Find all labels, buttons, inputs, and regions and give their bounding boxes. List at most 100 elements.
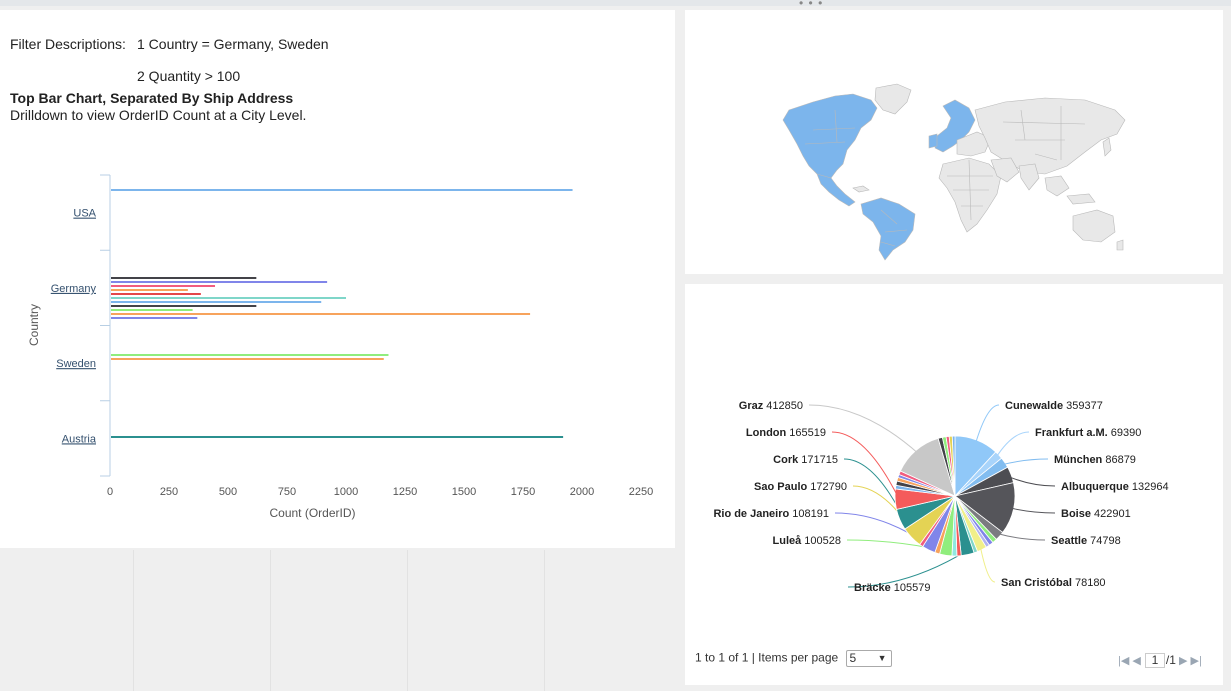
pie-label-name: Luleå — [773, 535, 803, 547]
pie-label-value: 108191 — [789, 508, 829, 520]
pie-label-value: 86879 — [1102, 454, 1136, 466]
pie-label-name: Boise — [1061, 508, 1091, 520]
top-strip — [0, 0, 1231, 6]
pie-label-name: London — [746, 427, 787, 439]
map-region-greenland[interactable] — [874, 83, 912, 115]
page-total: /1 — [1165, 653, 1176, 667]
map-region-central-america[interactable] — [816, 173, 856, 207]
first-page-icon[interactable]: |◀ — [1118, 655, 1129, 667]
y-axis-title: Country — [27, 304, 41, 346]
pie-label-value: 100528 — [801, 535, 841, 547]
pie-label-value: 172790 — [807, 481, 847, 493]
x-tick-label: 0 — [107, 486, 113, 498]
pie-label-name: Sao Paulo — [754, 481, 807, 493]
bar-germany[interactable] — [111, 305, 257, 307]
pie-label: Cork 171715 — [773, 454, 838, 466]
bar-germany[interactable] — [111, 277, 257, 279]
drag-handle-icon[interactable]: • • • — [799, 0, 823, 9]
pie-label: Cunewalde 359377 — [1005, 400, 1103, 412]
items-per-page-select[interactable]: 5 ▼ — [845, 650, 892, 667]
pie-connector — [995, 431, 1030, 458]
bar-germany[interactable] — [111, 289, 188, 291]
category-label-usa[interactable]: USA — [73, 208, 96, 220]
pie-label-value: 359377 — [1063, 400, 1103, 412]
pie-chart-panel: Cunewalde 359377 Frankfurt a.M. 69390 Münc… — [685, 284, 1223, 685]
pie-label: Bräcke 105579 — [854, 582, 930, 594]
x-tick-label: 1750 — [511, 486, 535, 498]
x-tick-label: 1500 — [452, 486, 476, 498]
bar-chart: USA Germany Sweden Austria 0 250 500 750 1000 125… — [27, 174, 653, 520]
pie-label: Sao Paulo 172790 — [754, 481, 847, 493]
bar-germany[interactable] — [111, 309, 193, 311]
x-tick-label: 1250 — [393, 486, 417, 498]
bar-germany[interactable] — [111, 301, 322, 303]
pie-label-value: 132964 — [1129, 481, 1169, 493]
pager-summary: 1 to 1 of 1 | Items per page 5 ▼ — [695, 650, 892, 667]
pie-connector — [843, 458, 904, 519]
pie-label: Seattle 74798 — [1051, 535, 1121, 547]
next-page-icon[interactable]: ▶ — [1179, 655, 1187, 667]
map-region-north-america[interactable] — [782, 93, 878, 181]
pie-label-name: Cork — [773, 454, 799, 466]
pager-navigation: |◀ ◀ 1/1 ▶ ▶| — [1118, 653, 1202, 668]
pie-label-value: 74798 — [1087, 535, 1121, 547]
bar-austria[interactable] — [111, 436, 564, 438]
pie-label: München 86879 — [1054, 454, 1136, 466]
last-page-icon[interactable]: ▶| — [1191, 655, 1202, 667]
x-tick-label: 2250 — [629, 486, 653, 498]
pie-label-value: 422901 — [1091, 508, 1131, 520]
pie-label-name: San Cristóbal — [1001, 577, 1072, 589]
pie-label: Boise 422901 — [1061, 508, 1131, 520]
pie-label-name: Rio de Janeiro — [713, 508, 789, 520]
pie-label: San Cristóbal 78180 — [1001, 577, 1106, 589]
category-label-sweden[interactable]: Sweden — [56, 358, 96, 370]
x-tick-label: 250 — [160, 486, 178, 498]
pie-label-name: Seattle — [1051, 535, 1087, 547]
page-input[interactable]: 1 — [1144, 653, 1165, 668]
x-tick-label: 2000 — [570, 486, 594, 498]
items-per-page-value: 5 — [849, 651, 857, 665]
pie-label-name: Cunewalde — [1005, 400, 1063, 412]
category-label-austria[interactable]: Austria — [62, 433, 97, 445]
pie-label-value: 69390 — [1108, 427, 1142, 439]
pie-label-name: München — [1054, 454, 1103, 466]
pie-label: Albuquerque 132964 — [1061, 481, 1169, 493]
bar-sweden[interactable] — [111, 358, 384, 360]
pie-chart: Cunewalde 359377 Frankfurt a.M. 69390 Münc… — [713, 400, 1169, 594]
map-region-australia[interactable] — [1072, 209, 1116, 243]
world-map[interactable] — [685, 10, 1223, 274]
pie-connector — [996, 532, 1046, 541]
map-region-south-america[interactable] — [860, 197, 916, 261]
pie-connector — [1007, 475, 1056, 487]
pie-label-value: 78180 — [1072, 577, 1106, 589]
pie-connector — [974, 404, 1000, 445]
pie-label-value: 105579 — [891, 582, 931, 594]
bar-germany[interactable] — [111, 313, 531, 315]
pie-label: Graz 412850 — [739, 400, 803, 412]
pie-label: London 165519 — [746, 427, 826, 439]
pie-label-value: 412850 — [763, 400, 803, 412]
prev-page-icon[interactable]: ◀ — [1132, 655, 1140, 667]
bar-usa[interactable] — [111, 189, 573, 191]
x-tick-label: 1000 — [334, 486, 358, 498]
x-axis-title: Count (OrderID) — [269, 506, 355, 520]
bar-germany[interactable] — [111, 297, 346, 299]
pie-label: Rio de Janeiro 108191 — [713, 508, 829, 520]
pie-label-value: 171715 — [798, 454, 838, 466]
pie-label: Frankfurt a.M. 69390 — [1035, 427, 1141, 439]
bar-germany[interactable] — [111, 281, 328, 283]
bar-chart-panel: Filter Descriptions: 1 Country = Germany… — [0, 10, 675, 548]
bar-germany[interactable] — [111, 285, 216, 287]
pie-label: Luleå 100528 — [773, 535, 842, 547]
category-label-germany[interactable]: Germany — [51, 283, 97, 295]
x-tick-label: 750 — [278, 486, 296, 498]
x-tick-label: 500 — [219, 486, 237, 498]
world-map-panel — [685, 10, 1223, 274]
pie-connector — [1009, 507, 1056, 514]
bar-germany[interactable] — [111, 317, 198, 319]
bar-germany[interactable] — [111, 293, 201, 295]
empty-dashboard-grid — [0, 550, 680, 691]
bar-sweden[interactable] — [111, 354, 389, 356]
pie-label-name: Albuquerque — [1061, 481, 1129, 493]
pie-label-name: Frankfurt a.M. — [1035, 427, 1108, 439]
